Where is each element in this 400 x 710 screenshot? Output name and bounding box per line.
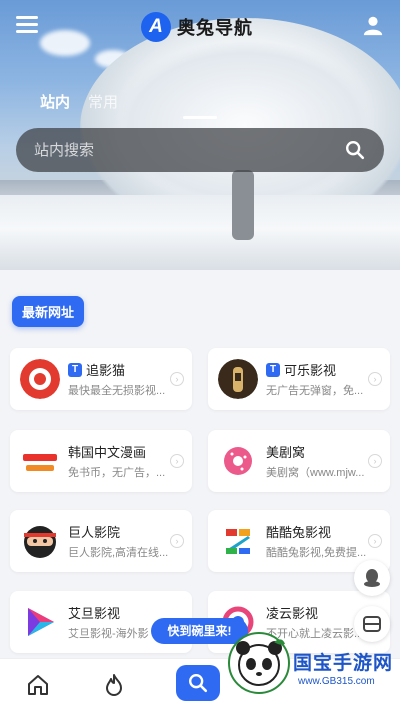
watermark-url: www.GB315.com [298, 676, 375, 687]
site-card-korean-comics[interactable]: 韩国中文漫画 免书币，无广告，... › [10, 430, 192, 492]
panda-logo [228, 632, 290, 694]
chevron-right-icon: › [170, 454, 184, 468]
card-description: 酷酷兔影视,免费提... [266, 547, 367, 559]
card-title: 韩国中文漫画 [68, 445, 147, 460]
tab-site[interactable]: 站内 [40, 91, 70, 112]
card-title: 凌云影视 [266, 606, 319, 621]
tab-common[interactable]: 常用 [88, 91, 118, 112]
top-bar: A 奥兔导航 [0, 0, 400, 52]
ninja-logo-icon [20, 521, 60, 561]
search-scope-tabs: 站内 常用 [40, 91, 118, 112]
kele-bottle-icon [218, 359, 258, 399]
home-icon[interactable] [26, 673, 50, 697]
card-title: T 可乐影视 [266, 360, 336, 379]
card-title: 巨人影院 [68, 525, 121, 540]
chevron-right-icon: › [170, 534, 184, 548]
zhuiyingmao-logo-icon [20, 359, 60, 399]
fire-icon[interactable] [102, 673, 126, 697]
latest-sites-button[interactable]: 最新网址 [12, 296, 85, 327]
watermark-text: 国宝手游网 [293, 653, 394, 674]
snowfield [0, 195, 400, 270]
search-icon[interactable] [344, 139, 366, 161]
card-description: 美剧窝（www.mjw... [266, 467, 365, 479]
card-title: 艾旦影视 [68, 606, 121, 621]
z-logo-icon [218, 521, 258, 561]
search-icon [189, 674, 208, 693]
search-input[interactable] [34, 141, 344, 159]
site-card-zhuiyingmao[interactable]: T 追影猫 最快最全无损影视... › [10, 348, 192, 410]
t-badge: T [68, 362, 82, 377]
qq-icon [364, 569, 380, 587]
site-card-kele[interactable]: T 可乐影视 无广告无弹窗，免... › [208, 348, 390, 410]
chevron-right-icon: › [170, 372, 184, 386]
card-title: T 追影猫 [68, 360, 125, 379]
nav-search-button[interactable] [176, 665, 220, 701]
menu-icon[interactable] [16, 16, 38, 34]
card-title: 酷酷兔影视 [266, 525, 332, 540]
hero-banner: A 奥兔导航 站内 常用 [0, 0, 400, 270]
toptoon-logo-icon [20, 441, 60, 481]
donut-logo-icon [218, 441, 258, 481]
t-badge: T [266, 362, 280, 377]
site-card-meijuwo[interactable]: 美剧窝 美剧窝（www.mjw... › [208, 430, 390, 492]
tree-trunk [232, 170, 254, 240]
chevron-right-icon: › [368, 534, 382, 548]
chevron-right-icon: › [368, 372, 382, 386]
site-card-juren[interactable]: 巨人影院 巨人影院,高清在线... › [10, 510, 192, 572]
app-logo[interactable]: A 奥兔导航 [141, 12, 253, 42]
card-title: 美剧窝 [266, 445, 306, 460]
logo-badge: A [141, 12, 171, 42]
search-bar [16, 128, 384, 172]
card-description: 免书币，无广告，... [68, 467, 166, 479]
card-description: 无广告无弹窗，免... [266, 385, 364, 397]
card-description: 巨人影院,高清在线... [68, 547, 169, 559]
play-logo-icon [20, 602, 60, 642]
app-title: 奥兔导航 [177, 18, 253, 38]
tab-indicator [183, 116, 217, 119]
card-description: 最快最全无损影视... [68, 385, 166, 397]
user-icon[interactable] [362, 14, 384, 36]
watermark: 国宝手游网 www.GB315.com [218, 628, 400, 710]
chevron-right-icon: › [368, 454, 382, 468]
qq-button[interactable] [354, 560, 390, 596]
